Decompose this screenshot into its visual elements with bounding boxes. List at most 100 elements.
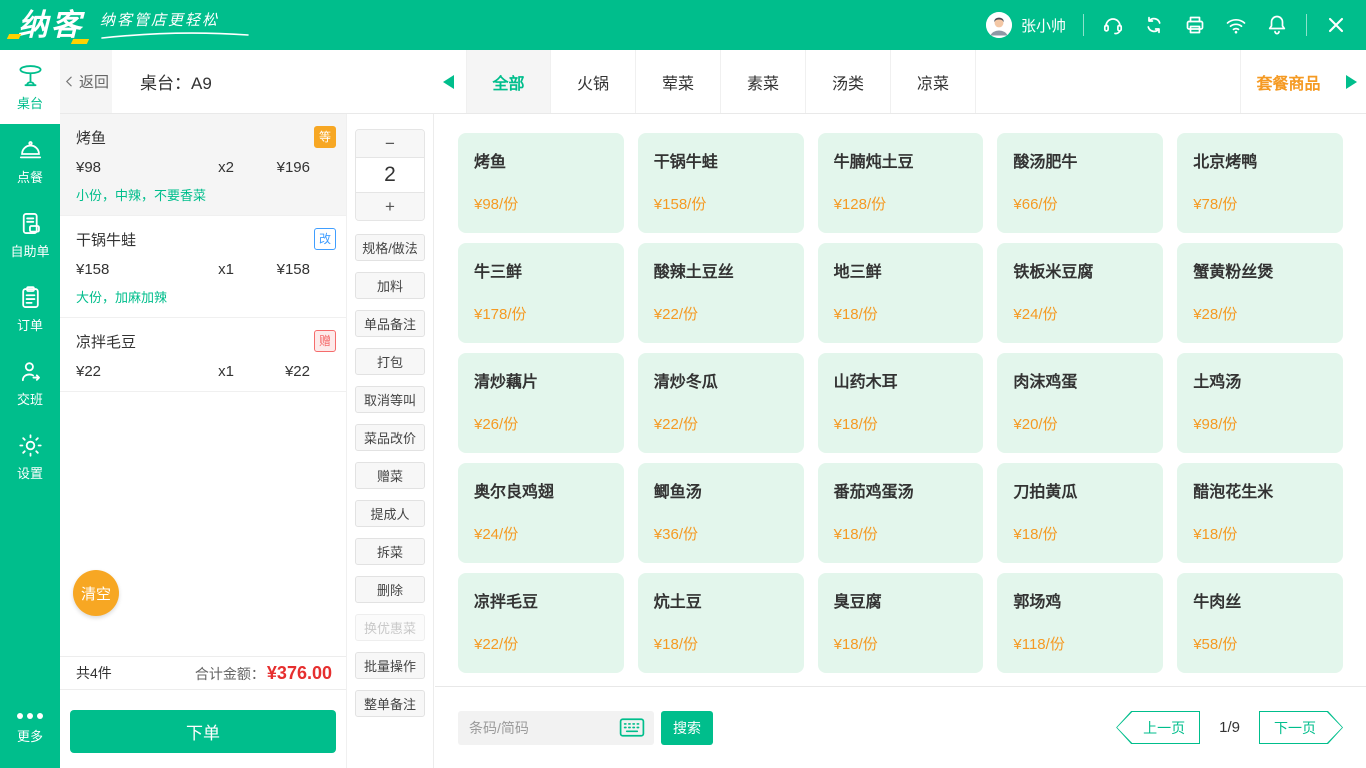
menu-item-card[interactable]: 铁板米豆腐 ¥24/份 <box>997 243 1163 343</box>
action-button[interactable]: 赠菜 <box>355 462 425 489</box>
menu-item-card[interactable]: 牛三鲜 ¥178/份 <box>458 243 624 343</box>
order-item[interactable]: 干锅牛蛙 改 ¥158 x1 ¥158 大份，加麻加辣 <box>60 216 346 318</box>
category-tab[interactable]: 素菜 <box>721 50 806 113</box>
order-item-header: 烤鱼 等 <box>76 126 336 148</box>
menu-item-card[interactable]: 山药木耳 ¥18/份 <box>818 353 984 453</box>
order-item-total: ¥158 <box>256 261 310 278</box>
menu-item-name: 酸辣土豆丝 <box>654 258 788 282</box>
table-title: 桌台：A9 <box>140 50 430 113</box>
order-item-amounts: ¥98 x2 ¥196 <box>76 159 336 176</box>
sidebar-item-order-food[interactable]: 点餐 <box>0 124 60 198</box>
sidebar-item-shift[interactable]: 交班 <box>0 346 60 420</box>
bell-icon[interactable] <box>1265 13 1289 37</box>
tabs-scroll-right-button[interactable] <box>1336 50 1366 113</box>
menu-item-card[interactable]: 郭场鸡 ¥118/份 <box>997 573 1163 673</box>
user-name[interactable]: 张小帅 <box>1021 15 1066 36</box>
category-tab[interactable]: 凉菜 <box>891 50 976 113</box>
action-button[interactable]: 规格/做法 <box>355 234 425 261</box>
action-button[interactable]: 批量操作 <box>355 652 425 679</box>
category-tab[interactable]: 火锅 <box>551 50 636 113</box>
item-count: 共4件 <box>76 663 112 683</box>
menu-item-name: 地三鲜 <box>834 258 968 282</box>
action-button[interactable]: 提成人 <box>355 500 425 527</box>
menu-item-price: ¥158/份 <box>654 193 788 214</box>
menu-item-card[interactable]: 清炒冬瓜 ¥22/份 <box>638 353 804 453</box>
order-item-name: 干锅牛蛙 <box>76 229 136 250</box>
order-item-name: 烤鱼 <box>76 127 106 148</box>
topbar-right: 张小帅 <box>986 12 1348 38</box>
menu-item-name: 土鸡汤 <box>1193 368 1327 392</box>
qty-plus-button[interactable]: + <box>356 193 424 220</box>
sidebar-item-settings[interactable]: 设置 <box>0 420 60 494</box>
menu-item-card[interactable]: 酸汤肥牛 ¥66/份 <box>997 133 1163 233</box>
menu-item-card[interactable]: 地三鲜 ¥18/份 <box>818 243 984 343</box>
clipboard-icon <box>17 284 44 311</box>
action-button[interactable]: 拆菜 <box>355 538 425 565</box>
menu-item-card[interactable]: 清炒藕片 ¥26/份 <box>458 353 624 453</box>
menu-item-card[interactable]: 烤鱼 ¥98/份 <box>458 133 624 233</box>
menu-item-card[interactable]: 土鸡汤 ¥98/份 <box>1177 353 1343 453</box>
sync-icon[interactable] <box>1142 13 1166 37</box>
menu-item-card[interactable]: 鲫鱼汤 ¥36/份 <box>638 463 804 563</box>
action-button-label: 规格/做法 <box>362 238 418 257</box>
qty-minus-button[interactable]: − <box>356 130 424 157</box>
menu-item-card[interactable]: 番茄鸡蛋汤 ¥18/份 <box>818 463 984 563</box>
order-item-total: ¥196 <box>256 159 310 176</box>
menu-item-card[interactable]: 牛肉丝 ¥58/份 <box>1177 573 1343 673</box>
close-icon[interactable] <box>1324 13 1348 37</box>
menu-item-card[interactable]: 北京烤鸭 ¥78/份 <box>1177 133 1343 233</box>
sidebar-item-self-order[interactable]: 自助单 <box>0 198 60 272</box>
action-button[interactable]: 单品备注 <box>355 310 425 337</box>
sidebar-item-tables[interactable]: 桌台 <box>0 50 60 124</box>
back-chevron-icon <box>63 75 76 88</box>
action-button[interactable]: 换优惠菜 <box>355 614 425 641</box>
action-button[interactable]: 打包 <box>355 348 425 375</box>
combo-products-button[interactable]: 套餐商品 <box>1240 50 1336 113</box>
clear-order-button[interactable]: 清空 <box>73 570 119 616</box>
category-tab[interactable]: 全部 <box>466 50 551 113</box>
action-button[interactable]: 删除 <box>355 576 425 603</box>
headset-icon[interactable] <box>1101 13 1125 37</box>
menu-item-name: 郭场鸡 <box>1013 588 1147 612</box>
action-button[interactable]: 加料 <box>355 272 425 299</box>
menu-item-card[interactable]: 肉沫鸡蛋 ¥20/份 <box>997 353 1163 453</box>
avatar[interactable] <box>986 12 1012 38</box>
menu-item-card[interactable]: 臭豆腐 ¥18/份 <box>818 573 984 673</box>
sidebar-item-label: 自助单 <box>10 241 49 260</box>
sidebar-item-more[interactable]: 更多 <box>0 690 60 768</box>
sidebar-item-orders[interactable]: 订单 <box>0 272 60 346</box>
menu-item-card[interactable]: 干锅牛蛙 ¥158/份 <box>638 133 804 233</box>
menu-item-card[interactable]: 奥尔良鸡翅 ¥24/份 <box>458 463 624 563</box>
prev-page-button[interactable]: 上一页 <box>1116 711 1200 744</box>
next-page-button[interactable]: 下一页 <box>1259 711 1343 744</box>
menu-item-card[interactable]: 醋泡花生米 ¥18/份 <box>1177 463 1343 563</box>
printer-icon[interactable] <box>1183 13 1207 37</box>
menu-item-price: ¥66/份 <box>1013 193 1147 214</box>
menu-item-name: 清炒冬瓜 <box>654 368 788 392</box>
menu-grid: 烤鱼 ¥98/份 干锅牛蛙 ¥158/份 牛腩炖土豆 ¥128/份 酸汤肥牛 ¥… <box>435 114 1366 686</box>
category-tab[interactable]: 荤菜 <box>636 50 721 113</box>
menu-item-card[interactable]: 蟹黄粉丝煲 ¥28/份 <box>1177 243 1343 343</box>
back-button[interactable]: 返回 <box>60 50 112 113</box>
page-indicator: 1/9 <box>1219 719 1240 736</box>
tabs-scroll-left-button[interactable] <box>430 50 466 113</box>
order-item[interactable]: 烤鱼 等 ¥98 x2 ¥196 小份，中辣，不要香菜 <box>60 114 346 216</box>
action-button[interactable]: 整单备注 <box>355 690 425 717</box>
menu-item-card[interactable]: 刀拍黄瓜 ¥18/份 <box>997 463 1163 563</box>
submit-order-button[interactable]: 下单 <box>70 710 336 753</box>
menu-item-card[interactable]: 牛腩炖土豆 ¥128/份 <box>818 133 984 233</box>
action-button[interactable]: 取消等叫 <box>355 386 425 413</box>
action-button-label: 拆菜 <box>377 542 403 561</box>
search-button[interactable]: 搜索 <box>661 711 713 745</box>
menu-item-price: ¥24/份 <box>1013 303 1147 324</box>
order-item[interactable]: 凉拌毛豆 赠 ¥22 x1 ¥22 <box>60 318 346 392</box>
menu-item-card[interactable]: 炕土豆 ¥18/份 <box>638 573 804 673</box>
sidebar-more-label: 更多 <box>17 726 43 745</box>
category-tab[interactable]: 汤类 <box>806 50 891 113</box>
menu-item-card[interactable]: 酸辣土豆丝 ¥22/份 <box>638 243 804 343</box>
search-input[interactable] <box>469 720 619 736</box>
action-button[interactable]: 菜品改价 <box>355 424 425 451</box>
wifi-icon[interactable] <box>1224 13 1248 37</box>
menu-item-card[interactable]: 凉拌毛豆 ¥22/份 <box>458 573 624 673</box>
keyboard-icon[interactable] <box>619 718 645 737</box>
